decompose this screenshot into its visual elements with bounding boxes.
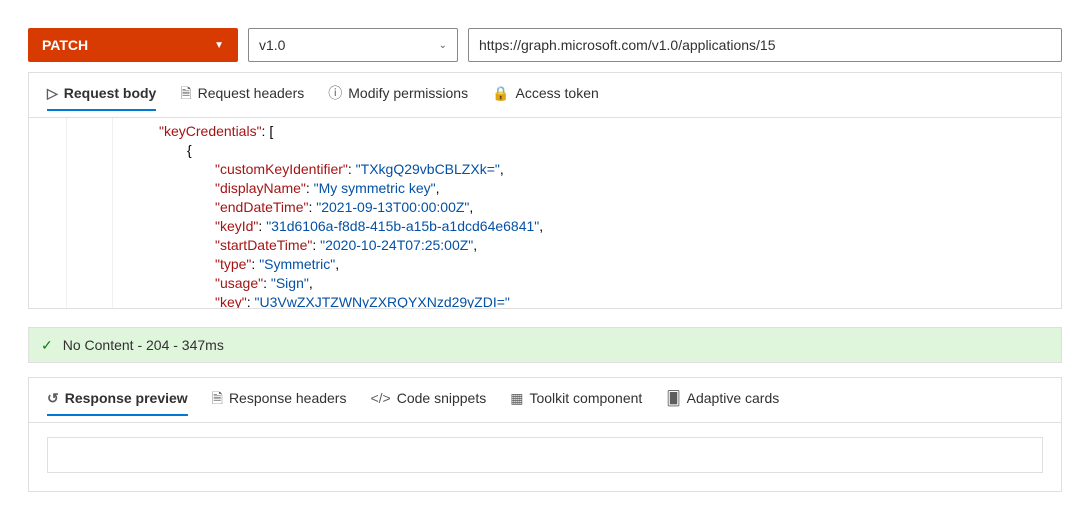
- tab-snippets-label: Code snippets: [397, 390, 487, 406]
- request-panel: ▷ Request body 🗎 Request headers ⓘ Modify per…: [28, 72, 1062, 309]
- tab-perms[interactable]: ⓘ Modify permissions: [328, 85, 468, 111]
- cards-icon: 🂠: [666, 391, 680, 405]
- body-icon: ▷: [47, 86, 58, 100]
- tab-headers-label: Request headers: [198, 85, 305, 101]
- perms-icon: ⓘ: [328, 86, 342, 100]
- request-url-input[interactable]: [468, 28, 1062, 62]
- rheaders-icon: 🗎: [212, 391, 223, 405]
- tab-token-label: Access token: [516, 85, 599, 101]
- tab-body[interactable]: ▷ Request body: [47, 85, 156, 111]
- editor-fold-gutter: [67, 118, 113, 308]
- tab-preview[interactable]: ↺ Response preview: [47, 390, 188, 416]
- code-line: "keyCredentials": [: [117, 122, 543, 141]
- tab-rheaders-label: Response headers: [229, 390, 347, 406]
- status-text: No Content - 204 - 347ms: [63, 337, 224, 353]
- request-tabs: ▷ Request body 🗎 Request headers ⓘ Modify per…: [29, 73, 1061, 118]
- response-panel: ↺ Response preview 🗎 Response headers </> Cod…: [28, 377, 1062, 492]
- tab-headers[interactable]: 🗎 Request headers: [180, 85, 304, 111]
- tab-toolkit[interactable]: ▦ Toolkit component: [510, 390, 642, 416]
- preview-icon: ↺: [47, 391, 59, 405]
- token-icon: 🔒: [492, 86, 509, 100]
- toolkit-icon: ▦: [510, 391, 523, 405]
- editor-gutter: [29, 118, 67, 308]
- tab-perms-label: Modify permissions: [348, 85, 468, 101]
- query-bar: PATCH ▼ v1.0 ⌄: [0, 0, 1090, 72]
- api-version-label: v1.0: [259, 37, 285, 53]
- success-icon: ✓: [41, 338, 53, 352]
- tab-preview-label: Response preview: [65, 390, 188, 406]
- http-method-select[interactable]: PATCH ▼: [28, 28, 238, 62]
- tab-rheaders[interactable]: 🗎 Response headers: [212, 390, 347, 416]
- response-preview-body: [29, 423, 1061, 491]
- http-method-label: PATCH: [42, 37, 88, 53]
- tab-cards-label: Adaptive cards: [687, 390, 780, 406]
- chevron-down-icon: ⌄: [439, 40, 447, 51]
- request-body-editor[interactable]: "keyCredentials": [{"customKeyIdentifier…: [29, 118, 1061, 308]
- code-line: "customKeyIdentifier": "TXkgQ29vbCBLZXk=…: [117, 160, 543, 179]
- tab-toolkit-label: Toolkit component: [529, 390, 642, 406]
- code-lines: "keyCredentials": [{"customKeyIdentifier…: [113, 118, 549, 308]
- chevron-down-icon: ▼: [214, 40, 224, 51]
- code-line: "endDateTime": "2021-09-13T00:00:00Z",: [117, 198, 543, 217]
- code-line: "type": "Symmetric",: [117, 255, 543, 274]
- api-version-select[interactable]: v1.0 ⌄: [248, 28, 458, 62]
- headers-icon: 🗎: [180, 86, 191, 100]
- tab-snippets[interactable]: </> Code snippets: [370, 390, 486, 416]
- code-line: "displayName": "My symmetric key",: [117, 179, 543, 198]
- code-line: "startDateTime": "2020-10-24T07:25:00Z",: [117, 236, 543, 255]
- status-bar: ✓ No Content - 204 - 347ms: [28, 327, 1062, 363]
- code-line: "key": "U3VwZXJTZWNyZXRQYXNzd29yZDI=": [117, 293, 543, 308]
- code-line: "keyId": "31d6106a-f8d8-415b-a15b-a1dcd6…: [117, 217, 543, 236]
- code-line: "usage": "Sign",: [117, 274, 543, 293]
- tab-token[interactable]: 🔒 Access token: [492, 85, 599, 111]
- code-line: {: [117, 141, 543, 160]
- response-tabs: ↺ Response preview 🗎 Response headers </> Cod…: [29, 378, 1061, 423]
- response-preview-content[interactable]: [47, 437, 1043, 473]
- snippets-icon: </>: [370, 391, 390, 405]
- tab-cards[interactable]: 🂠 Adaptive cards: [666, 390, 779, 416]
- tab-body-label: Request body: [64, 85, 157, 101]
